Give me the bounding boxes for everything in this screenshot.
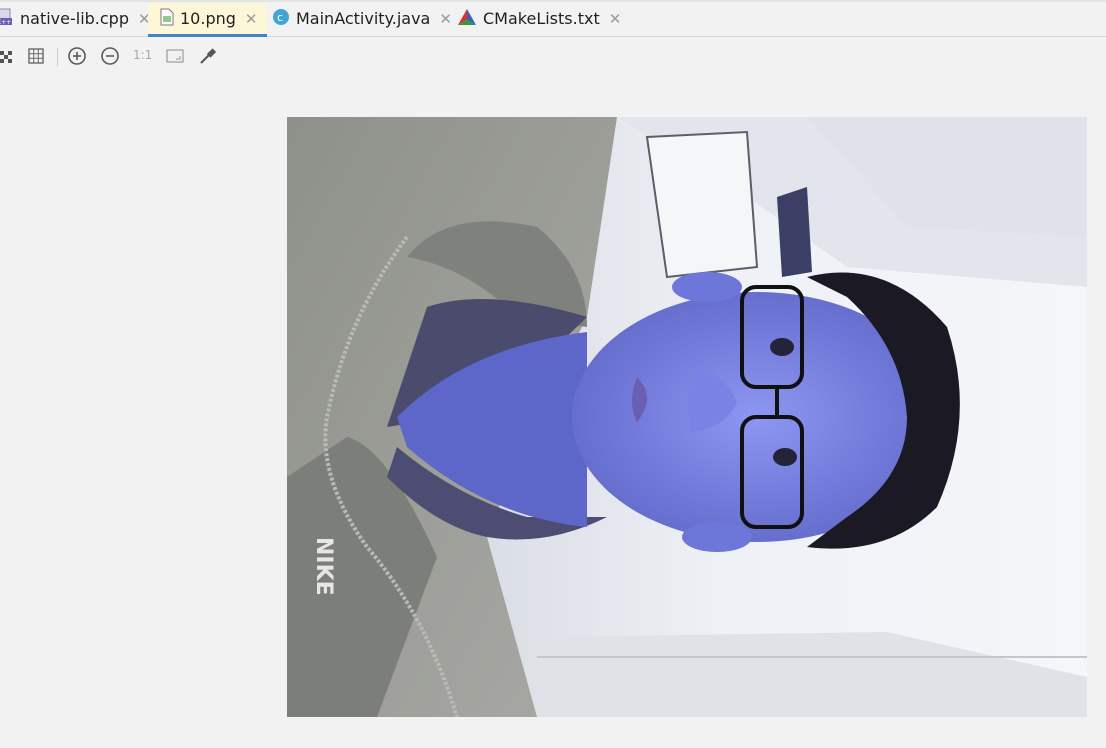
hoodie-logo-text: NIKE — [311, 537, 336, 596]
fit-zoom-icon[interactable] — [165, 46, 185, 66]
tab-mainactivity-java[interactable]: c MainActivity.java ✕ — [272, 3, 452, 34]
image-editor-toolbar: 1:1 — [0, 40, 1106, 70]
image-file-icon — [160, 8, 174, 30]
cpp-file-icon: C++ — [0, 8, 14, 30]
cmake-file-icon — [457, 8, 477, 30]
toolbar-separator — [57, 48, 58, 66]
tab-bar-border — [0, 0, 1106, 2]
color-picker-icon[interactable] — [198, 46, 218, 66]
tab-label: 10.png — [180, 9, 236, 28]
close-icon[interactable]: ✕ — [609, 10, 622, 28]
tab-label: MainActivity.java — [296, 9, 431, 28]
zoom-in-icon[interactable] — [67, 46, 87, 66]
tab-cmakelists-txt[interactable]: CMakeLists.txt ✕ — [457, 3, 621, 34]
close-icon[interactable]: ✕ — [245, 10, 258, 28]
close-icon[interactable]: ✕ — [439, 10, 452, 28]
tab-10-png[interactable]: 10.png ✕ — [148, 3, 268, 37]
tab-label: native-lib.cpp — [20, 9, 129, 28]
photo-image: NIKE — [287, 117, 1087, 717]
grid-icon[interactable] — [26, 46, 46, 66]
zoom-out-icon[interactable] — [100, 46, 120, 66]
editor-tab-bar: C++ native-lib.cpp ✕ 10.png ✕ c MainActi… — [0, 0, 1106, 37]
svg-text:c: c — [277, 11, 283, 24]
tab-native-lib-cpp[interactable]: C++ native-lib.cpp ✕ — [0, 3, 151, 34]
image-canvas[interactable]: NIKE — [287, 117, 1087, 717]
java-class-icon: c — [272, 8, 290, 30]
tab-label: CMakeLists.txt — [483, 9, 600, 28]
chessboard-icon[interactable] — [0, 46, 14, 66]
actual-size-icon[interactable]: 1:1 — [133, 48, 152, 62]
svg-text:C++: C++ — [0, 19, 11, 26]
